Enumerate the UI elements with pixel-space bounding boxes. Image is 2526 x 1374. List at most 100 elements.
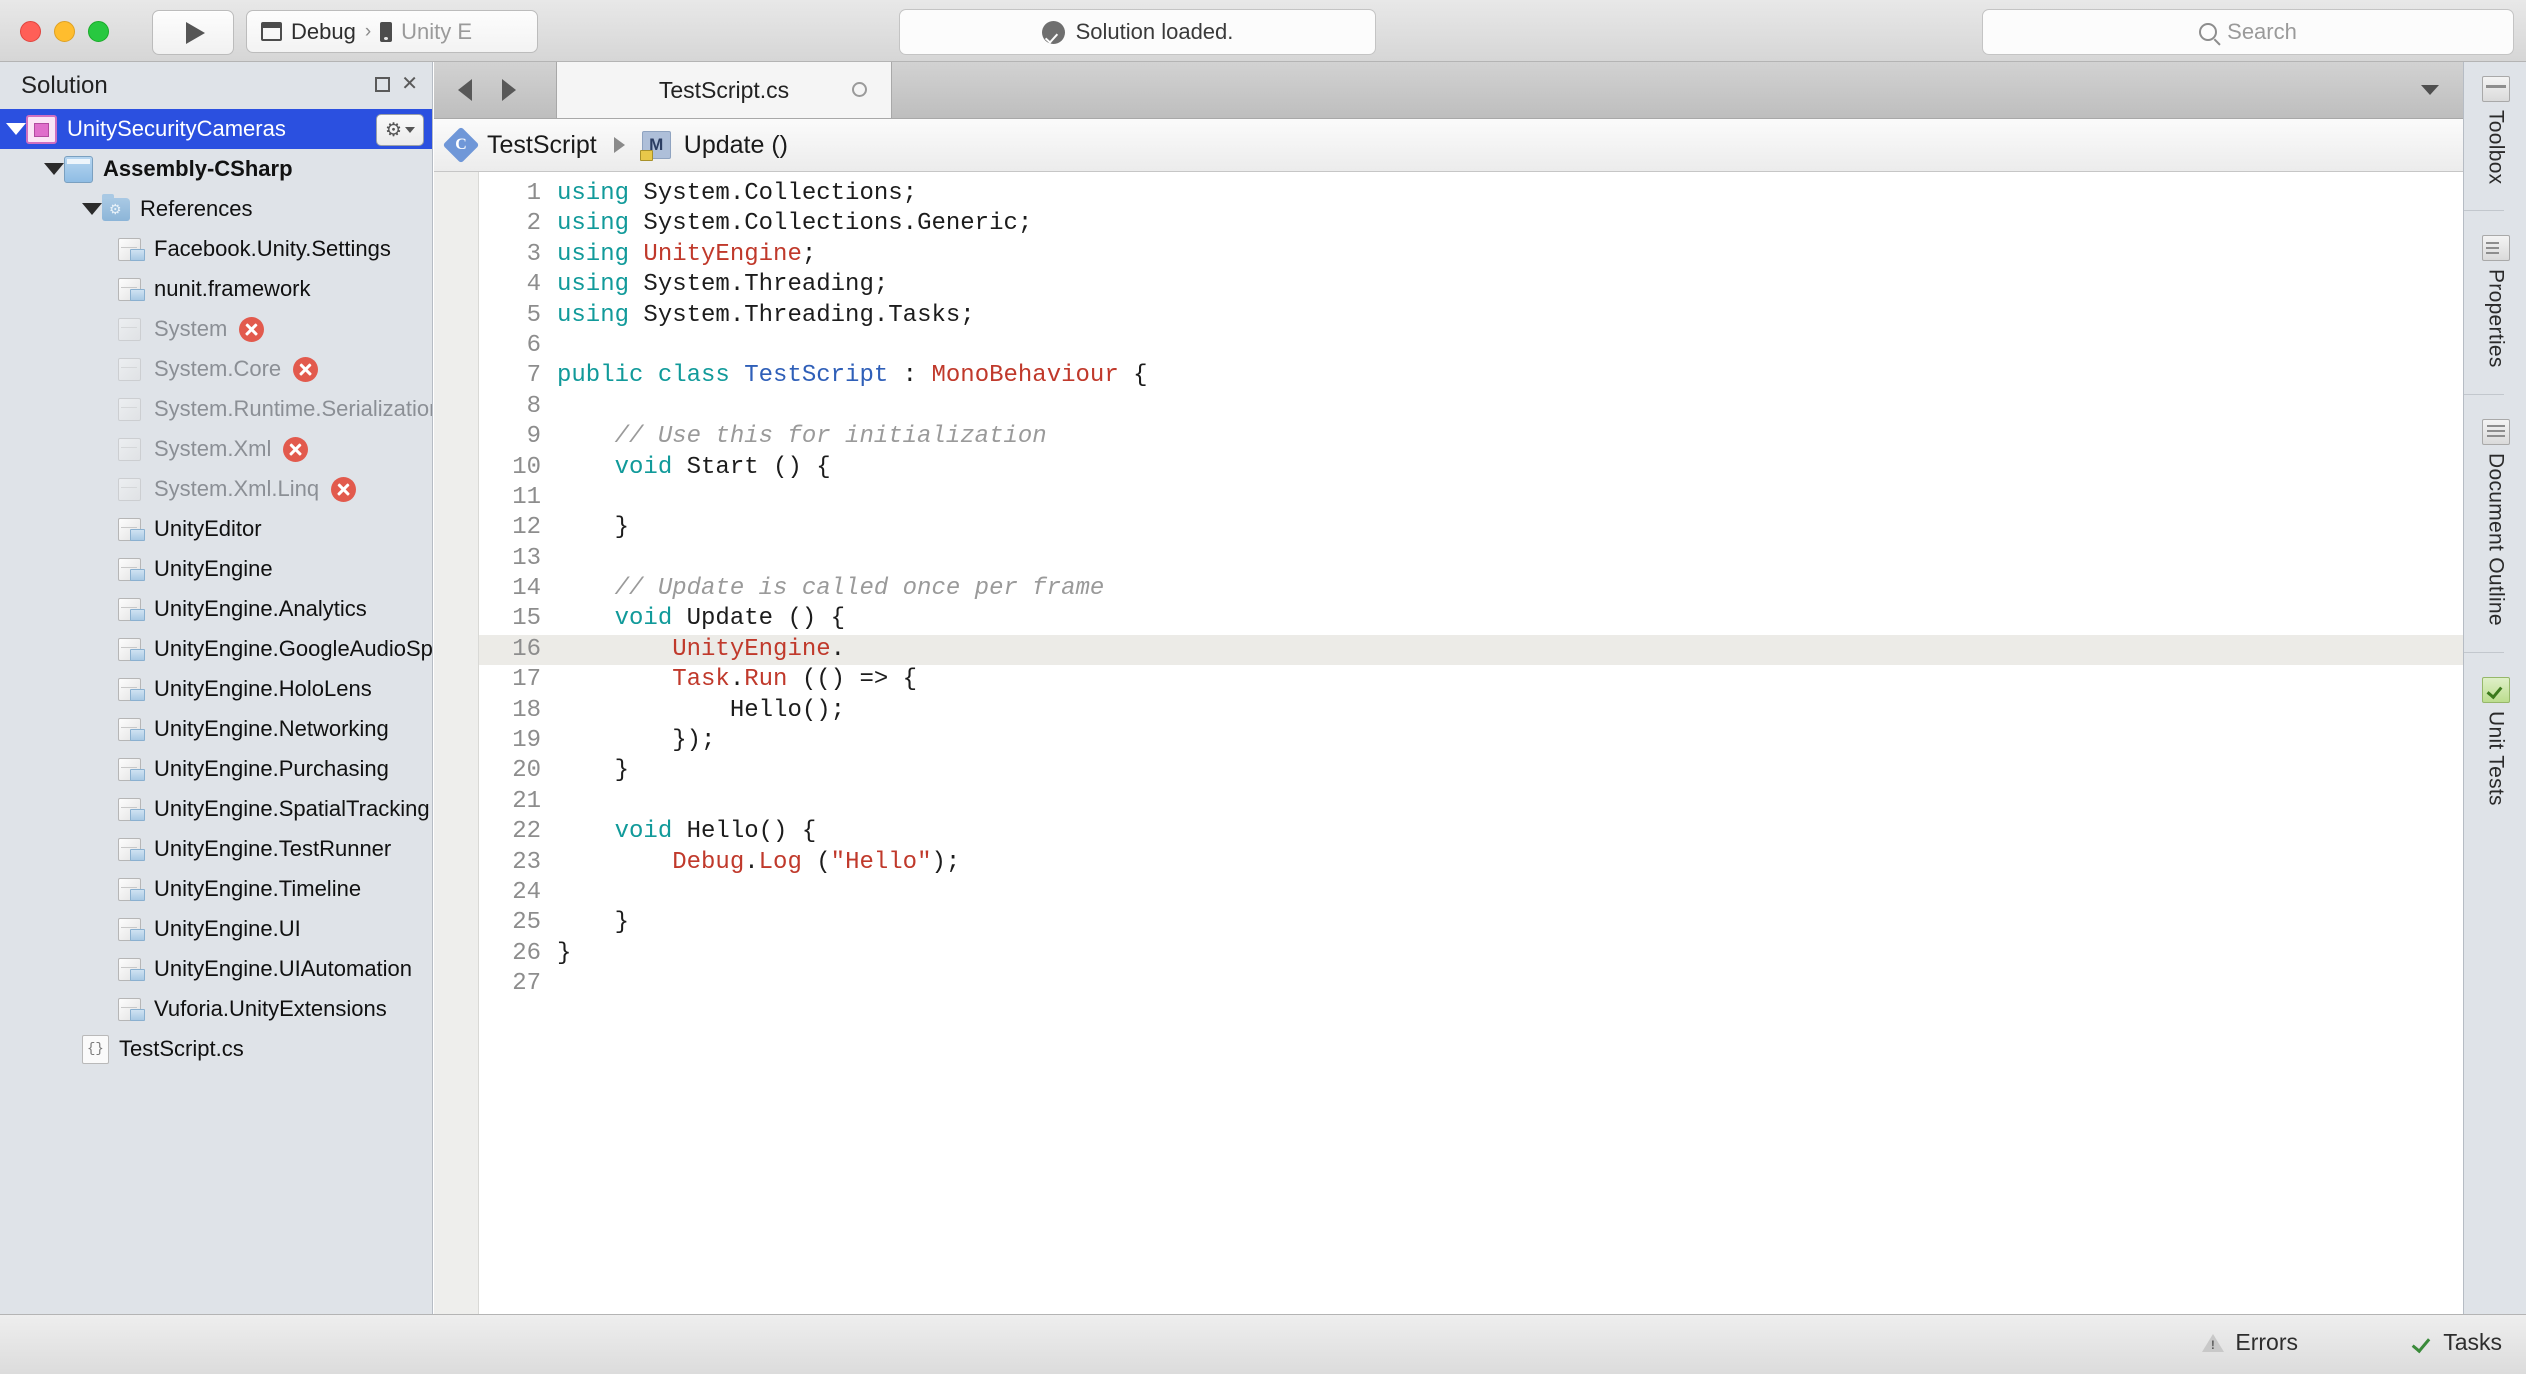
- code-line[interactable]: 21: [479, 787, 2463, 817]
- line-number: 23: [512, 848, 541, 876]
- code-line[interactable]: 6: [479, 331, 2463, 361]
- tree-item-testscript-cs[interactable]: TestScript.cs: [0, 1029, 432, 1069]
- code-token: using: [557, 210, 630, 238]
- breadcrumb-separator-icon: ›: [364, 20, 372, 42]
- expander-twisty[interactable]: [82, 203, 102, 215]
- tree-item-facebook-unity-settings[interactable]: Facebook.Unity.Settings: [0, 229, 432, 269]
- tree-item-unityengine-uiautomation[interactable]: UnityEngine.UIAutomation: [0, 949, 432, 989]
- code-line[interactable]: 9 // Use this for initialization: [479, 422, 2463, 452]
- code-editor[interactable]: 1 using System.Collections; 2 using System.…: [434, 172, 2463, 1316]
- chevron-down-icon[interactable]: [2421, 85, 2439, 95]
- minimize-window-button[interactable]: [54, 21, 75, 42]
- tree-item-unityengine-ui[interactable]: UnityEngine.UI: [0, 909, 432, 949]
- code-line[interactable]: 8: [479, 392, 2463, 422]
- code-token: {: [1118, 362, 1148, 390]
- tree-item-system-runtime-serialization[interactable]: System.Runtime.Serialization: [0, 389, 432, 429]
- tree-item-unityengine-purchasing[interactable]: UnityEngine.Purchasing: [0, 749, 432, 789]
- code-line[interactable]: 11: [479, 483, 2463, 513]
- tree-item-references[interactable]: References: [0, 189, 432, 229]
- code-line[interactable]: 25 }: [479, 908, 2463, 938]
- tree-item-unityengine[interactable]: UnityEngine: [0, 549, 432, 589]
- expander-twisty[interactable]: [44, 163, 64, 175]
- code-line[interactable]: 17 Task.Run (() => {: [479, 665, 2463, 695]
- tasks-pad-button[interactable]: Tasks: [2412, 1329, 2502, 1356]
- tree-item-system-xml[interactable]: System.Xml: [0, 429, 432, 469]
- pad-button-toolbox[interactable]: Toolbox: [2464, 62, 2526, 184]
- tree-item-assembly-csharp[interactable]: Assembly-CSharp: [0, 149, 432, 189]
- unsaved-dot-icon[interactable]: [852, 82, 867, 97]
- code-line[interactable]: 1 using System.Collections;: [479, 179, 2463, 209]
- fold-gutter[interactable]: [434, 172, 479, 1316]
- tree-item-system[interactable]: System: [0, 309, 432, 349]
- zoom-window-button[interactable]: [88, 21, 109, 42]
- restore-icon[interactable]: [375, 77, 391, 92]
- search-placeholder: Search: [2227, 19, 2297, 44]
- error-badge-icon: [331, 476, 357, 502]
- code-line[interactable]: 16 UnityEngine.: [479, 634, 2463, 666]
- solution-pad-title: Solution: [21, 71, 108, 99]
- code-token: .: [744, 848, 759, 876]
- code-line[interactable]: 19 });: [479, 726, 2463, 756]
- search-field[interactable]: Search: [1982, 9, 2514, 55]
- back-arrow-icon[interactable]: [458, 79, 472, 101]
- breadcrumb-class-name[interactable]: TestScript: [487, 131, 597, 160]
- tree-item-unityengine-hololens[interactable]: UnityEngine.HoloLens: [0, 669, 432, 709]
- code-line[interactable]: 20 }: [479, 756, 2463, 786]
- tree-item-nunit-framework[interactable]: nunit.framework: [0, 269, 432, 309]
- tree-item-unityengine-spatialtracking[interactable]: UnityEngine.SpatialTracking: [0, 789, 432, 829]
- expander-twisty[interactable]: [6, 123, 26, 135]
- tree-item-unitysecuritycameras[interactable]: UnitySecurityCameras ⚙: [0, 109, 432, 149]
- code-lines[interactable]: 1 using System.Collections; 2 using System.…: [479, 172, 2463, 1000]
- code-line[interactable]: 12 }: [479, 513, 2463, 543]
- tree-item-system-core[interactable]: System.Core: [0, 349, 432, 389]
- tree-item-unityengine-testrunner[interactable]: UnityEngine.TestRunner: [0, 829, 432, 869]
- code-line[interactable]: 24: [479, 878, 2463, 908]
- tree-item-label: UnityEngine.UI: [154, 916, 301, 941]
- tree-item-unityengine-analytics[interactable]: UnityEngine.Analytics: [0, 589, 432, 629]
- code-line[interactable]: 26}: [479, 939, 2463, 969]
- code-line[interactable]: 7 public class TestScript : MonoBehaviour…: [479, 361, 2463, 391]
- bottom-status-bar: Errors Tasks: [0, 1314, 2526, 1374]
- code-line[interactable]: 10 void Start () {: [479, 453, 2463, 483]
- code-line-text: }: [557, 756, 2463, 786]
- right-pad-strip: Toolbox Properties Document Outline Unit Te…: [2463, 62, 2526, 1314]
- pad-button-document-outline[interactable]: Document Outline: [2464, 405, 2526, 626]
- code-line[interactable]: 5 using System.Threading.Tasks;: [479, 301, 2463, 331]
- assembly-icon: [118, 236, 145, 262]
- code-line-text: }: [557, 513, 2463, 543]
- errors-pad-button[interactable]: Errors: [2202, 1329, 2298, 1356]
- code-line[interactable]: 22 void Hello() {: [479, 817, 2463, 847]
- code-line[interactable]: 2 using System.Collections.Generic;: [479, 209, 2463, 239]
- tree-item-unityeditor[interactable]: UnityEditor: [0, 509, 432, 549]
- close-icon[interactable]: ✕: [401, 74, 418, 94]
- code-line[interactable]: 27: [479, 969, 2463, 999]
- tree-item-vuforia-unityextensions[interactable]: Vuforia.UnityExtensions: [0, 989, 432, 1029]
- code-line[interactable]: 18 Hello();: [479, 696, 2463, 726]
- code-token: void: [614, 818, 673, 846]
- pad-button-unit-tests[interactable]: Unit Tests: [2464, 663, 2526, 806]
- tab-testscript-cs[interactable]: TestScript.cs: [556, 62, 892, 118]
- code-line[interactable]: 4 using System.Threading;: [479, 270, 2463, 300]
- code-line[interactable]: 13: [479, 544, 2463, 574]
- tree-item-label: UnityEditor: [154, 516, 262, 541]
- tree-item-unityengine-networking[interactable]: UnityEngine.Networking: [0, 709, 432, 749]
- gear-dropdown-button[interactable]: ⚙: [376, 114, 424, 146]
- tree-item-system-xml-linq[interactable]: System.Xml.Linq: [0, 469, 432, 509]
- forward-arrow-icon[interactable]: [502, 79, 516, 101]
- code-scroll-region[interactable]: 1 using System.Collections; 2 using System.…: [479, 172, 2463, 1316]
- line-number: 3: [526, 240, 541, 268]
- close-window-button[interactable]: [20, 21, 41, 42]
- code-line[interactable]: 14 // Update is called once per frame: [479, 574, 2463, 604]
- pad-button-properties[interactable]: Properties: [2464, 221, 2526, 368]
- tree-item-unityengine-googleaudiospat[interactable]: UnityEngine.GoogleAudioSpat: [0, 629, 432, 669]
- configuration-selector[interactable]: Debug › Unity E: [246, 10, 538, 53]
- code-line[interactable]: 3 using UnityEngine;: [479, 240, 2463, 270]
- status-bar[interactable]: Solution loaded.: [899, 9, 1376, 55]
- solution-tree[interactable]: UnitySecurityCameras ⚙ Assembly-CSharp Refe…: [0, 109, 432, 1314]
- tree-item-unityengine-timeline[interactable]: UnityEngine.Timeline: [0, 869, 432, 909]
- breadcrumb-method-name[interactable]: Update (): [684, 131, 788, 160]
- run-button[interactable]: [152, 10, 234, 55]
- code-line[interactable]: 23 Debug.Log ("Hello");: [479, 848, 2463, 878]
- code-line[interactable]: 15 void Update () {: [479, 604, 2463, 634]
